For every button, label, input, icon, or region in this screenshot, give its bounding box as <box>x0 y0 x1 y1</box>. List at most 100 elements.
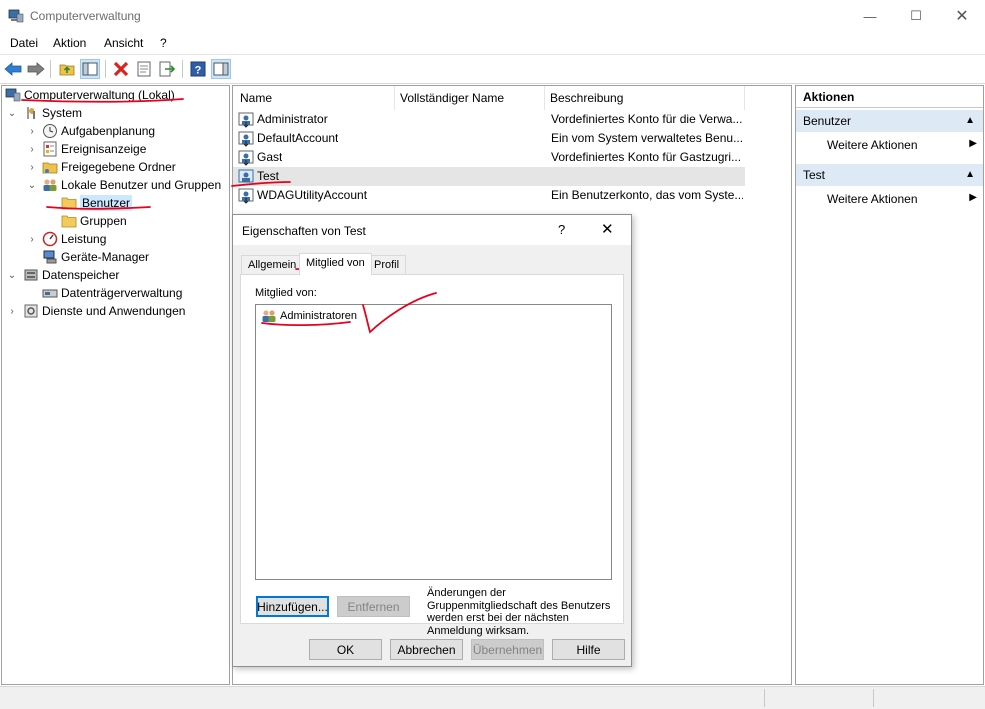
tree-item-benutzer[interactable]: Benutzer <box>61 194 133 212</box>
user-icon <box>238 131 254 147</box>
tree-label-lokale-benutzer: Lokale Benutzer und Gruppen <box>61 178 222 192</box>
user-icon <box>238 169 254 183</box>
tree-item-system[interactable]: System <box>23 104 82 122</box>
clock-icon <box>43 124 57 138</box>
tree-item-gruppen[interactable]: Gruppen <box>61 212 127 230</box>
show-tree-icon[interactable] <box>80 59 100 79</box>
tree-label-system: System <box>42 106 83 120</box>
tree-label-leistung: Leistung <box>61 232 107 246</box>
chevron-right-icon[interactable]: › <box>7 306 17 317</box>
chevron-down-icon[interactable]: ⌄ <box>7 270 17 281</box>
column-header-name[interactable]: Name <box>233 86 395 110</box>
tree-item-datentraegerverwaltung[interactable]: Datenträgerverwaltung <box>42 284 182 302</box>
column-header-description[interactable]: Beschreibung <box>543 86 745 110</box>
delete-icon[interactable] <box>111 59 131 79</box>
tree-item-aufgabenplanung[interactable]: Aufgabenplanung <box>42 122 155 140</box>
cell-name: Gast <box>257 150 283 164</box>
tree-label-benutzer: Benutzer <box>80 195 133 211</box>
user-icon <box>238 150 254 166</box>
export-icon[interactable] <box>157 59 177 79</box>
tree-item-geraete-manager[interactable]: Geräte-Manager <box>42 248 149 266</box>
tab-mitglied-von[interactable]: Mitglied von <box>299 253 372 275</box>
back-arrow-icon[interactable] <box>3 59 23 79</box>
tree-label-dienste: Dienste und Anwendungen <box>42 304 186 318</box>
ok-button[interactable]: OK <box>309 639 382 660</box>
cell-description: Vordefiniertes Konto für Gastzugri... <box>551 150 742 164</box>
cell-name: Administrator <box>257 112 328 126</box>
chevron-down-icon[interactable]: ⌄ <box>7 108 17 119</box>
properties-dialog: Eigenschaften von Test ? ✕ Allgemein Mit… <box>232 214 632 667</box>
actions-section-title: Test <box>803 168 826 182</box>
list-row-test[interactable]: Test <box>233 167 745 186</box>
cancel-button[interactable]: Abbrechen <box>390 639 463 660</box>
chevron-right-icon[interactable]: › <box>27 144 37 155</box>
action-weitere-aktionen-2[interactable]: Weitere Aktionen ▶ <box>827 192 977 206</box>
tree-item-root[interactable]: Computerverwaltung (Lokal) <box>5 86 175 104</box>
folder-icon <box>61 215 77 228</box>
apply-button[interactable]: Übernehmen <box>471 639 544 660</box>
dialog-title: Eigenschaften von Test <box>242 224 366 238</box>
help-button[interactable]: Hilfe <box>552 639 625 660</box>
svg-text:?: ? <box>195 65 202 77</box>
cell-description: Ein vom System verwaltetes Benu... <box>551 131 743 145</box>
folder-up-icon[interactable] <box>57 59 77 79</box>
tree-item-freigegebene-ordner[interactable]: Freigegebene Ordner <box>42 158 176 176</box>
tree-item-lokale-benutzer[interactable]: Lokale Benutzer und Gruppen <box>42 176 221 194</box>
user-icon <box>238 188 254 204</box>
close-button[interactable]: ✕ <box>939 0 985 32</box>
dialog-help-button[interactable]: ? <box>558 222 565 237</box>
tree-label-root: Computerverwaltung (Lokal) <box>24 88 175 102</box>
chevron-right-icon[interactable]: › <box>27 126 37 137</box>
cell-name: WDAGUtilityAccount <box>257 188 368 202</box>
chevron-right-icon[interactable]: › <box>27 162 37 173</box>
menu-help[interactable]: ? <box>160 36 167 50</box>
action-pane-icon[interactable] <box>211 59 231 79</box>
tree-item-ereignisanzeige[interactable]: Ereignisanzeige <box>42 140 146 158</box>
tree-item-leistung[interactable]: Leistung <box>42 230 106 248</box>
actions-section-benutzer[interactable]: Benutzer ▲ <box>796 110 983 132</box>
storage-icon <box>24 269 38 281</box>
menu-datei[interactable]: Datei <box>10 36 38 50</box>
collapse-icon[interactable]: ▲ <box>965 164 975 186</box>
chevron-right-icon[interactable]: › <box>27 234 37 245</box>
actions-section-test[interactable]: Test ▲ <box>796 164 983 186</box>
tab-panel: Mitglied von: Administratoren Hinzufügen… <box>240 274 624 637</box>
chevron-down-icon[interactable]: ⌄ <box>27 180 37 191</box>
tab-allgemein[interactable]: Allgemein <box>241 255 304 274</box>
properties-icon[interactable] <box>134 59 154 79</box>
list-row-administrator[interactable]: Administrator Vordefiniertes Konto für d… <box>233 110 745 129</box>
tree-item-dienste[interactable]: Dienste und Anwendungen <box>23 302 185 320</box>
toolbar: ? <box>0 54 985 84</box>
action-weitere-aktionen-1[interactable]: Weitere Aktionen ▶ <box>827 138 977 152</box>
remove-button[interactable]: Entfernen <box>337 596 410 617</box>
tree-label-datenspeicher: Datenspeicher <box>42 268 120 282</box>
status-bar <box>0 686 985 709</box>
menu-aktion[interactable]: Aktion <box>53 36 86 50</box>
computer-icon <box>5 88 21 102</box>
help-icon[interactable]: ? <box>188 59 208 79</box>
tree-label-aufgabenplanung: Aufgabenplanung <box>61 124 156 138</box>
add-button[interactable]: Hinzufügen... <box>256 596 329 617</box>
dialog-close-icon[interactable]: ✕ <box>601 220 614 238</box>
performance-icon <box>42 231 58 247</box>
tree-item-datenspeicher[interactable]: Datenspeicher <box>23 266 119 284</box>
list-item-administratoren[interactable]: Administratoren <box>261 308 357 324</box>
tab-profil[interactable]: Profil <box>367 255 407 274</box>
list-row-gast[interactable]: Gast Vordefiniertes Konto für Gastzugri.… <box>233 148 745 167</box>
menu-ansicht[interactable]: Ansicht <box>104 36 143 50</box>
minimize-button[interactable]: — <box>847 0 893 32</box>
actions-section-title: Benutzer <box>803 114 852 128</box>
forward-arrow-icon[interactable] <box>26 59 46 79</box>
collapse-icon[interactable]: ▲ <box>965 110 975 132</box>
window-title: Computerverwaltung <box>30 9 141 23</box>
column-header-fullname[interactable]: Vollständiger Name <box>393 86 545 110</box>
member-of-label: Mitglied von: <box>255 287 317 299</box>
list-row-wdagutilityaccount[interactable]: WDAGUtilityAccount Ein Benutzerkonto, da… <box>233 186 745 205</box>
maximize-button[interactable]: ☐ <box>893 0 939 32</box>
list-row-defaultaccount[interactable]: DefaultAccount Ein vom System verwaltete… <box>233 129 745 148</box>
actions-pane: Aktionen Benutzer ▲ Weitere Aktionen ▶ T… <box>795 85 984 685</box>
member-of-list[interactable]: Administratoren <box>255 304 612 580</box>
event-log-icon <box>43 141 57 157</box>
navigation-tree: Computerverwaltung (Lokal) ⌄ System › Au… <box>1 85 230 685</box>
group-icon <box>262 310 276 322</box>
